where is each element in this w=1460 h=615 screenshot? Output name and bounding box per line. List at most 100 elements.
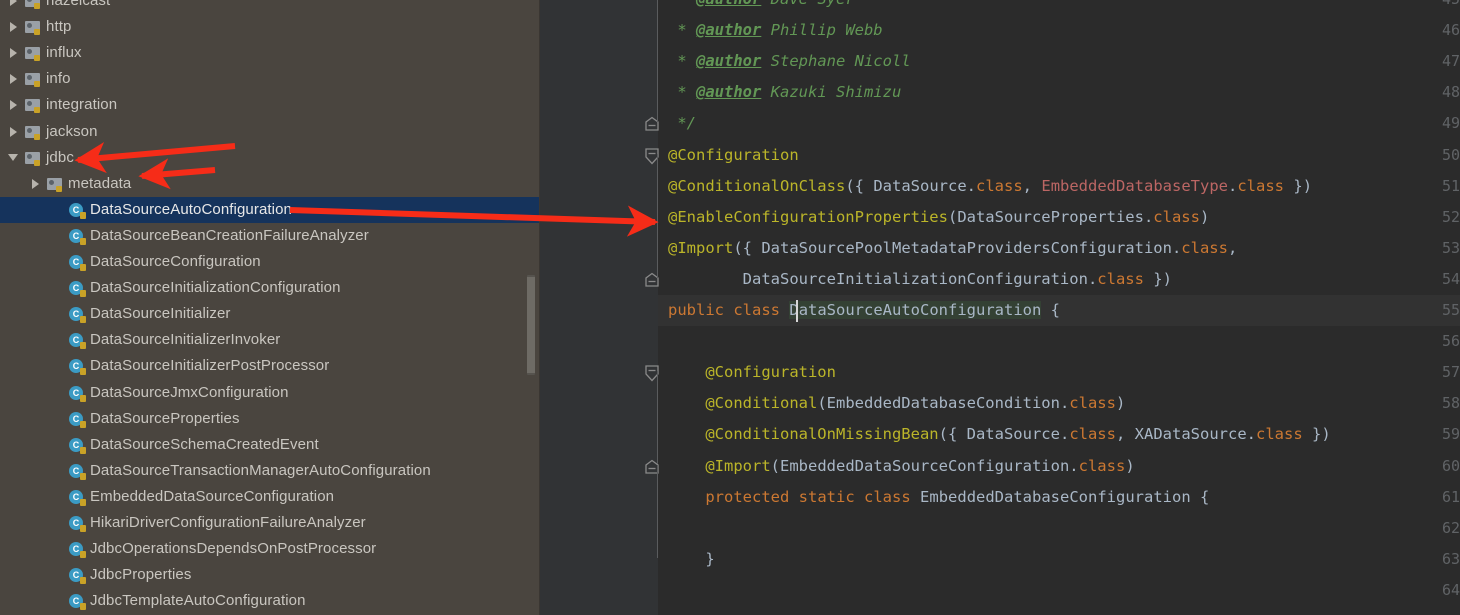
tree-item-hazelcast[interactable]: hazelcast <box>0 0 540 14</box>
tree-item-label: JdbcOperationsDependsOnPostProcessor <box>90 540 377 558</box>
tree-item-datasourcebeancreationfailureanalyzer[interactable]: C DataSourceBeanCreationFailureAnalyzer <box>0 223 540 249</box>
code-line[interactable]: @Configuration <box>658 357 1460 388</box>
project-tree-panel[interactable]: hazelcast http influx info integration jackso… <box>0 0 540 615</box>
tree-item-datasourceconfiguration[interactable]: C DataSourceConfiguration <box>0 249 540 275</box>
tree-item-hikaridriverconfigurationfailureanalyzer[interactable]: C HikariDriverConfigurationFailureAnalyze… <box>0 510 540 536</box>
code-line[interactable]: * @author Dave Syer <box>658 0 1460 15</box>
code-line[interactable]: @EnableConfigurationProperties(DataSourc… <box>658 202 1460 233</box>
java-class-icon: C <box>66 223 86 249</box>
tree-item-label: info <box>46 70 71 88</box>
tree-item-datasourceschemacreatedevent[interactable]: C DataSourceSchemaCreatedEvent <box>0 432 540 458</box>
tree-item-datasourceautoconfiguration[interactable]: C DataSourceAutoConfiguration <box>0 196 540 223</box>
code-line[interactable]: * @author Stephane Nicoll <box>658 46 1460 77</box>
tree-item-embeddeddatasourceconfiguration[interactable]: C EmbeddedDataSourceConfiguration <box>0 484 540 510</box>
code-line[interactable] <box>658 326 1460 357</box>
tree-item-label: http <box>46 18 72 36</box>
code-line[interactable] <box>658 575 1460 606</box>
tree-item-datasourceinitializerpostprocessor[interactable]: C DataSourceInitializerPostProcessor <box>0 353 540 379</box>
ide-window: hazelcast http influx info integration jackso… <box>0 0 1460 615</box>
tree-item-metadata[interactable]: metadata <box>0 171 540 197</box>
java-class-icon: C <box>66 353 86 379</box>
chevron-down-icon[interactable] <box>4 145 22 171</box>
tree-item-label: DataSourceSchemaCreatedEvent <box>90 435 319 453</box>
tree-item-label: integration <box>46 96 118 114</box>
code-line[interactable]: public class DataSourceAutoConfiguration… <box>658 295 1460 326</box>
code-line[interactable]: @Conditional(EmbeddedDatabaseCondition.c… <box>658 388 1460 419</box>
tree-item-label: EmbeddedDataSourceConfiguration <box>90 487 335 505</box>
chevron-right-icon[interactable] <box>4 14 22 40</box>
text-caret <box>796 300 798 322</box>
code-line[interactable]: @Import(EmbeddedDataSourceConfiguration.… <box>658 451 1460 482</box>
tree-item-info[interactable]: info <box>0 66 540 92</box>
package-icon <box>22 14 42 40</box>
tree-item-datasourceproperties[interactable]: C DataSourceProperties <box>0 406 540 432</box>
chevron-right-icon[interactable] <box>4 0 22 14</box>
tree-item-label: DataSourceInitializer <box>90 305 231 323</box>
java-class-icon: C <box>66 406 86 432</box>
chevron-right-icon[interactable] <box>4 119 22 145</box>
tree-item-label: JdbcProperties <box>90 566 192 584</box>
tree-item-label: metadata <box>68 174 132 192</box>
tree-item-datasourcetransactionmanagerautoconfiguration[interactable]: C DataSourceTransactionManagerAutoConfigu… <box>0 458 540 484</box>
tree-item-jdbctemplateautoconfiguration[interactable]: C JdbcTemplateAutoConfiguration <box>0 588 540 614</box>
tree-item-jdbcoperationsdependsonpostprocessor[interactable]: C JdbcOperationsDependsOnPostProcessor <box>0 536 540 562</box>
editor-gutter[interactable] <box>540 0 658 615</box>
tree-item-label: DataSourceBeanCreationFailureAnalyzer <box>90 226 369 244</box>
chevron-right-icon[interactable] <box>4 92 22 118</box>
tree-item-http[interactable]: http <box>0 14 540 40</box>
tree-vertical-scrollbar-track[interactable] <box>527 0 538 615</box>
code-line[interactable]: @ConditionalOnMissingBean({ DataSource.c… <box>658 419 1460 450</box>
code-line[interactable]: @ConditionalOnClass({ DataSource.class, … <box>658 171 1460 202</box>
chevron-right-icon[interactable] <box>4 66 22 92</box>
tree-item-jdbcproperties[interactable]: C JdbcProperties <box>0 562 540 588</box>
java-class-icon: C <box>66 301 86 327</box>
tree-item-label: DataSourceInitializationConfiguration <box>90 279 341 297</box>
tree-item-label: HikariDriverConfigurationFailureAnalyzer <box>90 514 366 531</box>
code-line[interactable]: } <box>658 544 1460 575</box>
code-line[interactable]: * @author Kazuki Shimizu <box>658 77 1460 108</box>
java-class-icon: C <box>66 380 86 406</box>
package-icon <box>22 119 42 145</box>
code-line[interactable]: */ <box>658 108 1460 139</box>
chevron-right-icon[interactable] <box>26 171 44 197</box>
package-icon <box>22 40 42 66</box>
java-class-icon: C <box>66 249 86 275</box>
package-icon <box>22 66 42 92</box>
java-class-icon: C <box>66 510 86 536</box>
code-line[interactable]: DataSourceInitializationConfiguration.cl… <box>658 264 1460 295</box>
code-line[interactable]: @Import({ DataSourcePoolMetadataProvider… <box>658 233 1460 264</box>
chevron-right-icon[interactable] <box>4 40 22 66</box>
code-line[interactable]: * @author Phillip Webb <box>658 15 1460 46</box>
tree-item-influx[interactable]: influx <box>0 40 540 66</box>
java-class-icon: C <box>66 432 86 458</box>
tree-item-datasourcejmxconfiguration[interactable]: C DataSourceJmxConfiguration <box>0 380 540 406</box>
tree-vertical-scrollbar-thumb[interactable] <box>527 275 535 375</box>
tree-item-jackson[interactable]: jackson <box>0 119 540 145</box>
tree-item-integration[interactable]: integration <box>0 92 540 118</box>
tree-item-datasourceinitializer[interactable]: C DataSourceInitializer <box>0 301 540 327</box>
java-class-icon: C <box>66 458 86 484</box>
tree-item-jdbc[interactable]: jdbc <box>0 145 540 171</box>
tree-item-datasourceinitializerinvoker[interactable]: C DataSourceInitializerInvoker <box>0 327 540 353</box>
package-icon <box>22 145 42 171</box>
code-line[interactable] <box>658 513 1460 544</box>
code-line[interactable]: @Configuration <box>658 140 1460 171</box>
code-line[interactable]: protected static class EmbeddedDatabaseC… <box>658 482 1460 513</box>
tree-item-label: DataSourceJmxConfiguration <box>90 383 289 401</box>
code-editor[interactable]: 4546474849505152535455565758596061626364… <box>540 0 1460 615</box>
tree-item-label: DataSourceTransactionManagerAutoConfigur… <box>90 461 431 479</box>
java-class-icon: C <box>66 484 86 510</box>
tree-item-datasourceinitializationconfiguration[interactable]: C DataSourceInitializationConfiguration <box>0 275 540 301</box>
